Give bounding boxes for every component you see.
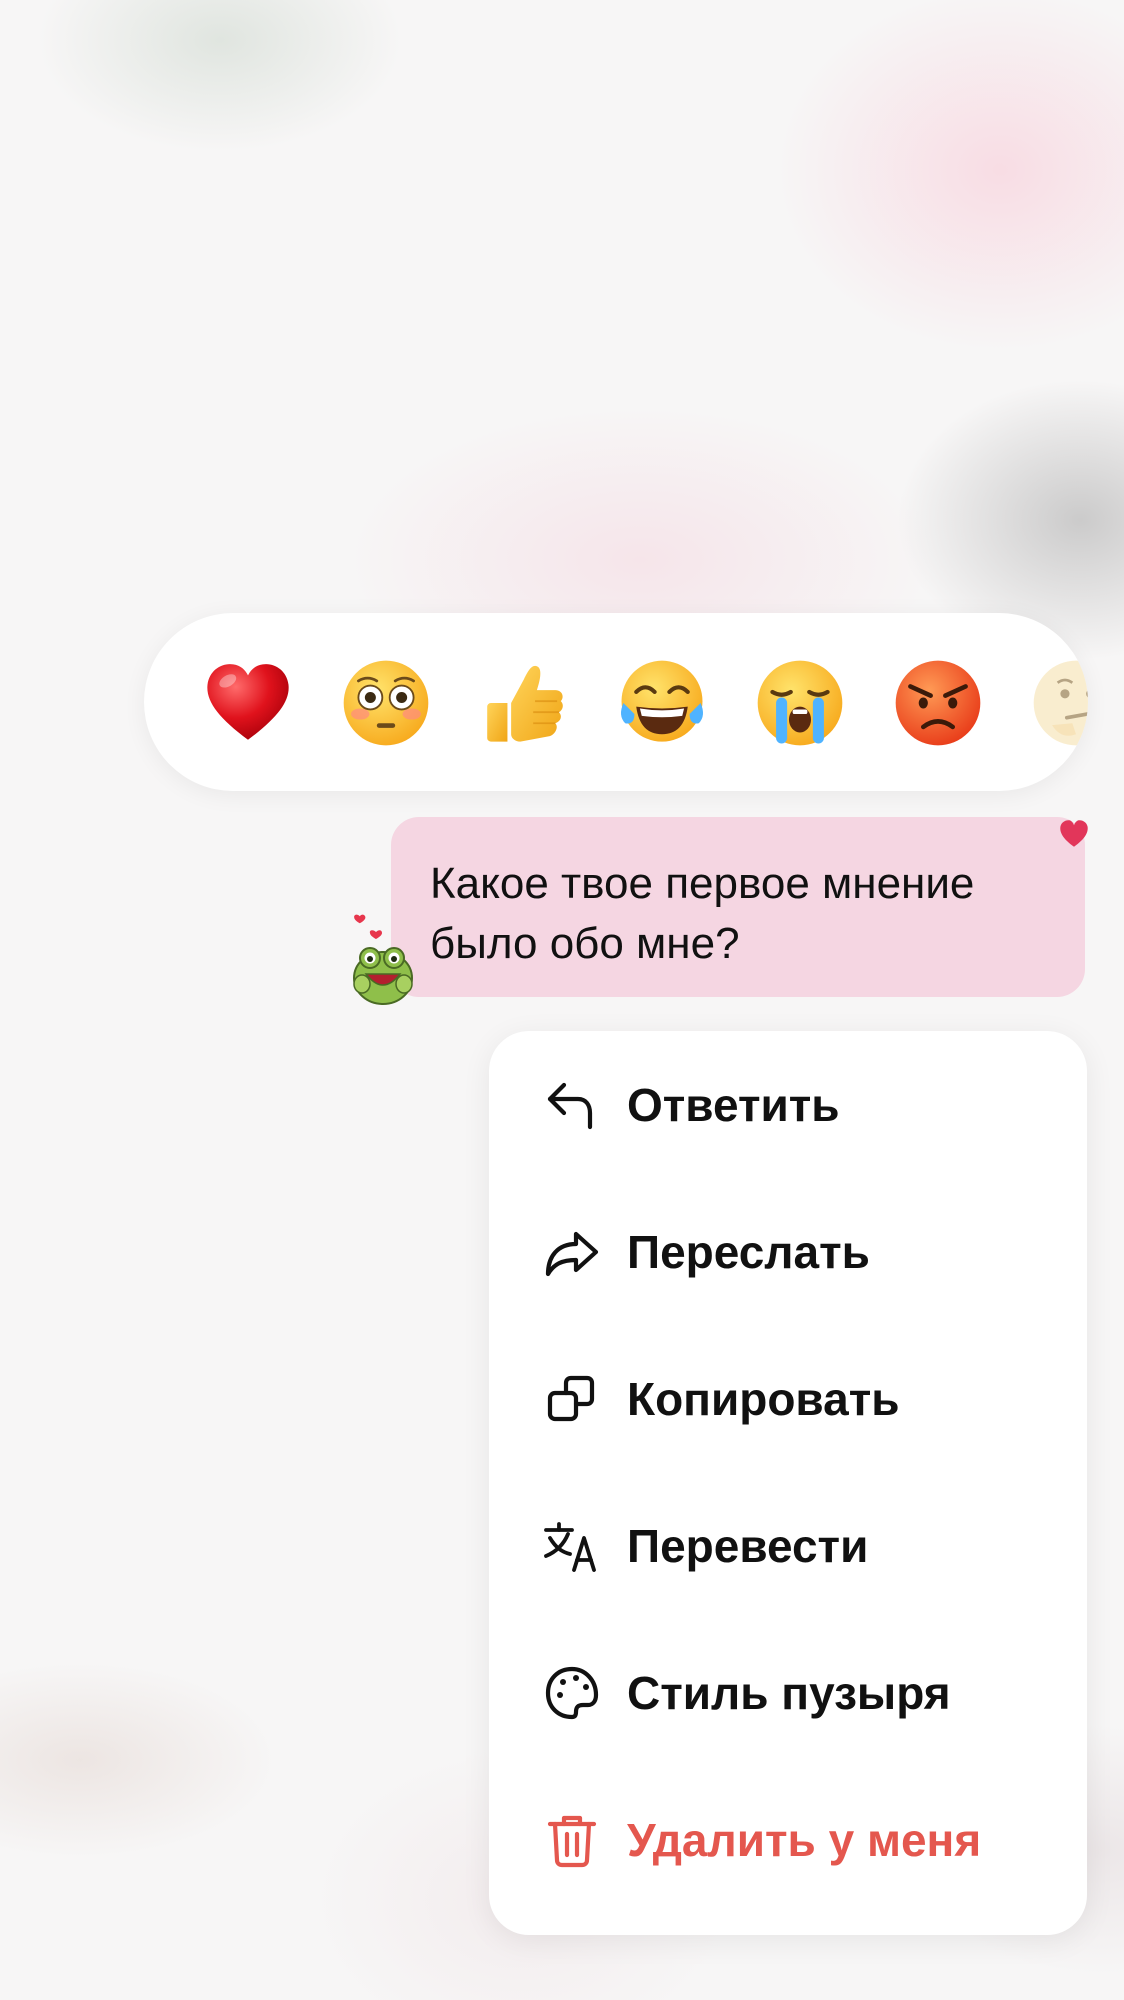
red-heart-icon bbox=[207, 664, 289, 740]
angry-face-icon bbox=[895, 660, 981, 746]
reaction-loudly-crying-face[interactable] bbox=[754, 657, 846, 749]
reaction-tears-of-joy[interactable] bbox=[616, 657, 708, 749]
reaction-thinking-face[interactable] bbox=[1030, 657, 1088, 749]
palette-icon bbox=[542, 1663, 602, 1723]
tears-of-joy-icon bbox=[620, 660, 704, 742]
message-text: Какое твое первое мнение было обо мне? bbox=[430, 859, 975, 968]
menu-item-reply[interactable]: Ответить bbox=[489, 1031, 1087, 1178]
menu-item-label: Копировать bbox=[627, 1373, 900, 1425]
context-menu: Ответить Переслать Копировать Перевести … bbox=[489, 1031, 1087, 1935]
trash-icon bbox=[542, 1810, 602, 1870]
menu-item-copy[interactable]: Копировать bbox=[489, 1325, 1087, 1472]
reaction-bar bbox=[144, 613, 1088, 791]
thinking-face-icon bbox=[1033, 660, 1088, 746]
menu-item-bubble-style[interactable]: Стиль пузыря bbox=[489, 1619, 1087, 1766]
menu-item-forward[interactable]: Переслать bbox=[489, 1178, 1087, 1325]
reply-icon bbox=[542, 1075, 602, 1135]
menu-item-label: Удалить у меня bbox=[627, 1814, 982, 1866]
forward-icon bbox=[542, 1222, 602, 1282]
heart-icon bbox=[1058, 818, 1090, 850]
menu-item-label: Переслать bbox=[627, 1226, 870, 1278]
menu-item-label: Перевести bbox=[627, 1520, 869, 1572]
reaction-angry-face[interactable] bbox=[892, 657, 984, 749]
loudly-crying-face-icon bbox=[757, 660, 843, 746]
thumbs-up-icon bbox=[487, 665, 563, 742]
menu-item-label: Ответить bbox=[627, 1079, 840, 1131]
reaction-flushed-face[interactable] bbox=[340, 657, 432, 749]
menu-item-translate[interactable]: Перевести bbox=[489, 1472, 1087, 1619]
translate-icon bbox=[542, 1516, 602, 1576]
message-bubble[interactable]: Какое твое первое мнение было обо мне? bbox=[391, 817, 1085, 997]
flushed-face-icon bbox=[343, 660, 429, 746]
copy-icon bbox=[542, 1369, 602, 1429]
reaction-red-heart[interactable] bbox=[202, 657, 294, 749]
menu-item-delete-for-me[interactable]: Удалить у меня bbox=[489, 1766, 1087, 1913]
frog-sticker-icon bbox=[350, 912, 416, 1008]
reaction-thumbs-up[interactable] bbox=[478, 657, 570, 749]
menu-item-label: Стиль пузыря bbox=[627, 1667, 951, 1719]
